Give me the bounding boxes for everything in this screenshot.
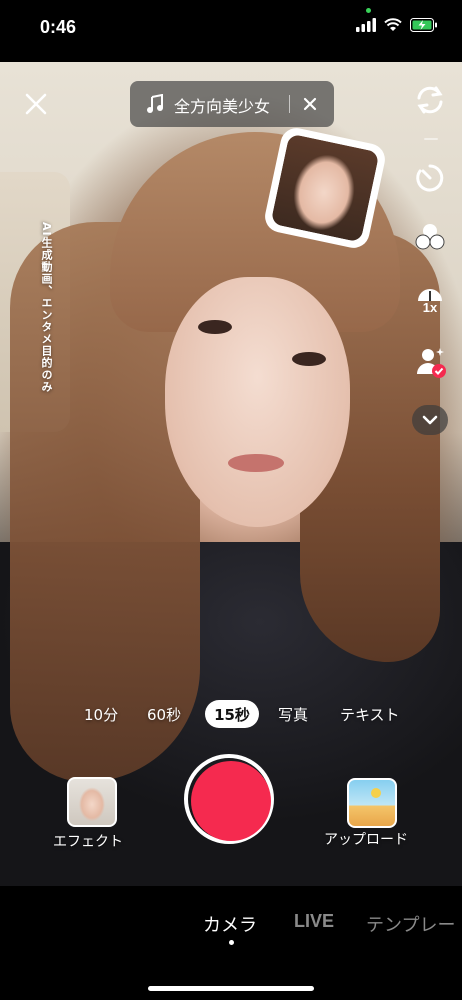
close-icon[interactable] <box>22 90 50 118</box>
status-time: 0:46 <box>40 17 77 37</box>
status-bar: 0:46 <box>0 0 462 62</box>
capture-mode-selector: 10分 60秒 15秒 写真 テキスト <box>0 700 462 730</box>
music-title: 全方向美少女 <box>174 97 271 116</box>
home-indicator[interactable] <box>148 986 314 991</box>
status-icons <box>356 18 438 32</box>
music-note-icon <box>147 94 163 113</box>
speed-button[interactable]: 1x <box>410 280 450 320</box>
mode-photo[interactable]: 写真 <box>278 704 308 725</box>
subject-face <box>165 277 350 527</box>
wifi-icon <box>384 18 402 31</box>
upload-label[interactable]: アップロード <box>324 829 408 849</box>
upload-thumbnail[interactable] <box>347 778 397 828</box>
ai-person-icon[interactable] <box>410 342 450 382</box>
camera-in-use-indicator <box>366 8 371 13</box>
tab-live[interactable]: LIVE <box>294 911 334 932</box>
effect-label[interactable]: エフェクト <box>53 831 123 851</box>
effect-thumbnail[interactable] <box>67 777 117 827</box>
tab-template[interactable]: テンプレー <box>366 911 455 937</box>
ai-disclaimer: AI生成動画、エンタメ目的のみ <box>40 222 53 393</box>
music-selector[interactable]: 全方向美少女 <box>130 81 334 127</box>
timer-icon[interactable] <box>410 158 450 198</box>
tab-camera[interactable]: カメラ <box>203 911 257 937</box>
speed-label: 1x <box>422 300 438 315</box>
upload-sun-icon <box>371 788 381 798</box>
subject-lips <box>228 454 284 472</box>
record-button[interactable] <box>191 761 271 841</box>
mode-10min[interactable]: 10分 <box>84 704 118 725</box>
mode-text[interactable]: テキスト <box>340 704 400 725</box>
filters-icon[interactable] <box>410 217 450 257</box>
bottom-nav: カメラ LIVE テンプレー <box>0 886 462 1000</box>
mode-15sec[interactable]: 15秒 <box>205 700 259 728</box>
battery-charging-icon <box>410 18 437 32</box>
speed-gauge-icon <box>418 289 442 301</box>
active-tab-indicator <box>229 940 234 945</box>
music-divider <box>289 95 290 113</box>
more-tools-button[interactable] <box>412 405 448 435</box>
chevron-down-icon <box>422 415 438 425</box>
side-toolbar-divider <box>424 138 438 140</box>
subject-eye-right <box>292 352 326 366</box>
face-effect-sticker[interactable] <box>262 125 388 251</box>
signal-icon <box>356 18 376 32</box>
subject-eye-left <box>198 320 232 334</box>
remove-music-icon[interactable] <box>302 96 318 112</box>
face-effect-image <box>270 133 380 243</box>
flip-camera-icon[interactable] <box>410 80 450 120</box>
mode-60sec[interactable]: 60秒 <box>147 704 181 725</box>
